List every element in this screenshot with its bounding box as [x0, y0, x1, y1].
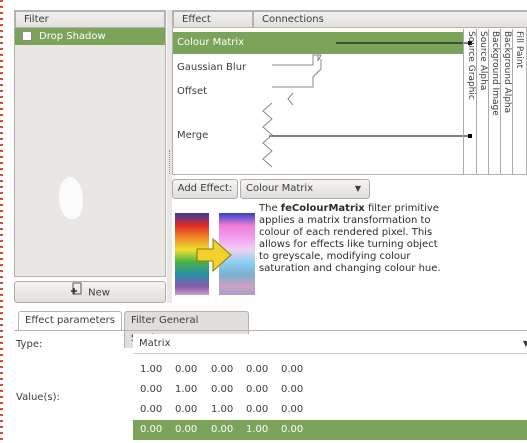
type-selected: Matrix [139, 338, 171, 349]
tab-separator [14, 330, 527, 331]
matrix-row[interactable]: 0.00 1.00 0.00 0.00 0.00 [133, 380, 527, 400]
filter-column-header[interactable]: Filter [15, 11, 165, 28]
matrix-row[interactable]: 0.00 0.00 1.00 0.00 0.00 [133, 400, 527, 420]
effect-panel: Effect Connections Colour Matrix Gaussia… [172, 10, 527, 175]
filter-preview-blob [59, 177, 83, 219]
type-select[interactable]: Matrix ▼ [133, 334, 527, 354]
filter-panel: Filter Drop Shadow [14, 10, 166, 277]
filter-list-item[interactable]: Drop Shadow [15, 28, 165, 45]
new-filter-button[interactable]: New [14, 281, 166, 303]
filter-item-label: Drop Shadow [39, 31, 106, 42]
add-effect-dropdown[interactable]: Colour Matrix ▼ [240, 179, 370, 199]
filter-checkbox[interactable] [22, 31, 32, 41]
type-arrow-icon: ▼ [522, 339, 527, 348]
type-label: Type: [16, 339, 43, 350]
matrix-row[interactable]: 1.00 0.00 0.00 0.00 0.00 [133, 360, 527, 380]
add-effect-selected: Colour Matrix [246, 183, 314, 194]
input-columns: Source Graphic Source Alpha Background I… [463, 29, 527, 174]
new-filter-icon [70, 282, 84, 303]
add-effect-button[interactable]: Add Effect: [172, 179, 238, 199]
arrow-icon [196, 237, 232, 273]
matrix-row-selected[interactable]: 0.00 0.00 0.00 1.00 0.00 [133, 420, 527, 440]
values-label: Value(s): [16, 392, 60, 403]
canvas-edge-marker [0, 0, 3, 443]
dropdown-arrow-icon: ▼ [354, 184, 361, 193]
matrix-table[interactable]: 1.00 0.00 0.00 0.00 0.00 0.00 1.00 0.00 0.00 0.0… [133, 358, 527, 440]
effect-name: feColourMatrix [280, 203, 365, 214]
tab-effect-parameters[interactable]: Effect parameters [18, 311, 122, 330]
effect-description: The feColourMatrix filter primitive appl… [259, 203, 441, 274]
colour-matrix-illustration [175, 213, 255, 295]
new-filter-label: New [88, 287, 110, 299]
input-col-fill-paint: Fill Paint [514, 31, 524, 69]
